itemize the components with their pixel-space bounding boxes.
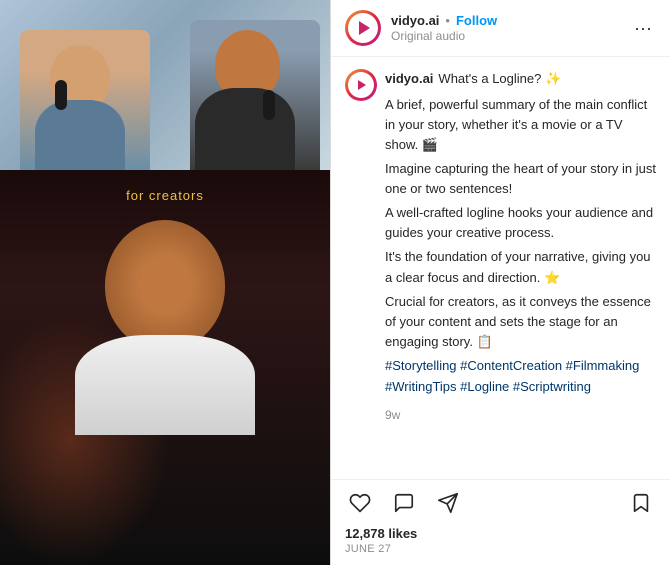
comment-button[interactable]: [389, 488, 419, 518]
original-audio-label: Original audio: [391, 29, 630, 43]
caption-area: vidyo.ai What's a Logline? ✨ A brief, pow…: [331, 57, 670, 479]
post-header: vidyo.ai • Follow Original audio ···: [331, 0, 670, 57]
caption-text-block: vidyo.ai What's a Logline? ✨ A brief, pow…: [385, 69, 656, 424]
caption-avatar[interactable]: [345, 69, 377, 101]
share-icon: [437, 492, 459, 514]
caption-line-3: A well-crafted logline hooks your audien…: [385, 203, 656, 243]
video-bottom-clip: for creators: [0, 170, 330, 565]
caption-line-2: Imagine capturing the heart of your stor…: [385, 159, 656, 199]
avatar[interactable]: [345, 10, 381, 46]
bookmark-icon: [630, 492, 652, 514]
caption-body: A brief, powerful summary of the main co…: [385, 95, 656, 353]
share-button[interactable]: [433, 488, 463, 518]
like-button[interactable]: [345, 488, 375, 518]
for-creators-label: for creators: [126, 188, 204, 203]
mic-right-icon: [263, 90, 275, 120]
caption-title: What's a Logline? ✨: [438, 71, 561, 86]
caption-line-5: Crucial for creators, as it conveys the …: [385, 292, 656, 352]
video-top-clip: [0, 0, 330, 170]
comment-icon: [393, 492, 415, 514]
time-ago: 9w: [385, 406, 656, 424]
username[interactable]: vidyo.ai: [391, 13, 439, 28]
likes-count: 12,878 likes: [331, 522, 670, 543]
person-bottom: [85, 220, 245, 420]
post-date: June 27: [331, 543, 670, 565]
person-left: [20, 30, 150, 170]
caption-username[interactable]: vidyo.ai: [385, 71, 433, 86]
video-panel: for creators: [0, 0, 330, 565]
heart-icon: [349, 492, 371, 514]
follow-button[interactable]: Follow: [456, 13, 497, 28]
caption-line-1: A brief, powerful summary of the main co…: [385, 95, 656, 155]
dot-separator: •: [445, 13, 450, 28]
actions-bar: [331, 479, 670, 522]
caption-avatar-play-icon: [358, 80, 366, 90]
caption-line-4: It's the foundation of your narrative, g…: [385, 247, 656, 287]
post-panel: vidyo.ai • Follow Original audio ··· vid…: [330, 0, 670, 565]
avatar-play-icon: [359, 21, 370, 35]
save-button[interactable]: [626, 488, 656, 518]
header-info: vidyo.ai • Follow Original audio: [391, 13, 630, 43]
person-right: [190, 20, 320, 170]
hashtags[interactable]: #Storytelling #ContentCreation #Filmmaki…: [385, 356, 656, 398]
mic-left-icon: [55, 80, 67, 110]
more-options-button[interactable]: ···: [630, 18, 656, 39]
